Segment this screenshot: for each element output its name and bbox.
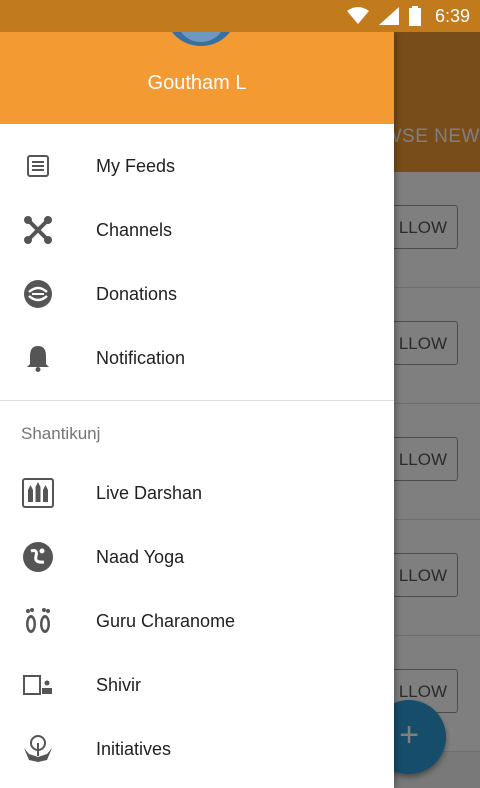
menu-item-guru-charanome[interactable]: Guru Charanome xyxy=(0,589,394,653)
menu-item-naad-yoga[interactable]: Naad Yoga xyxy=(0,525,394,589)
shantikunj-menu: Live Darshan Naad Yoga Guru Charanome Sh… xyxy=(0,459,394,781)
menu-item-channels[interactable]: Channels xyxy=(0,198,394,262)
menu-item-label: Live Darshan xyxy=(96,482,203,503)
status-icons: 6:39 xyxy=(346,0,470,32)
feed-icon xyxy=(22,150,54,182)
bell-icon xyxy=(22,342,54,374)
drawer-menu: My Feeds Channels Donations Notification xyxy=(0,124,394,390)
menu-item-notification[interactable]: Notification xyxy=(0,326,394,390)
menu-item-label: Guru Charanome xyxy=(96,610,236,631)
initiatives-icon xyxy=(22,733,54,765)
menu-item-my-feeds[interactable]: My Feeds xyxy=(0,134,394,198)
shivir-icon xyxy=(22,669,54,701)
menu-item-label: Naad Yoga xyxy=(96,546,185,567)
menu-item-label: Donations xyxy=(96,283,178,304)
menu-item-live-darshan[interactable]: Live Darshan xyxy=(0,461,394,525)
menu-item-label: Shivir xyxy=(96,674,142,695)
menu-item-label: Initiatives xyxy=(96,738,172,759)
drawer-header: Goutham L xyxy=(0,32,394,124)
donations-icon xyxy=(22,278,54,310)
wifi-icon xyxy=(346,7,369,24)
channels-icon xyxy=(22,214,54,246)
avatar[interactable] xyxy=(166,32,236,46)
signal-icon xyxy=(378,7,399,25)
user-name: Goutham L xyxy=(147,72,247,94)
menu-item-label: My Feeds xyxy=(96,155,176,176)
status-bar: 6:39 xyxy=(0,0,480,32)
section-title: Shantikunj xyxy=(21,424,101,443)
menu-item-label: Notification xyxy=(96,347,186,368)
menu-item-donations[interactable]: Donations xyxy=(0,262,394,326)
live-darshan-icon xyxy=(22,477,54,509)
clock: 6:39 xyxy=(434,5,470,26)
navigation-drawer: Goutham L My Feeds Channels Donations No… xyxy=(0,32,394,788)
footprints-icon xyxy=(22,605,54,637)
naad-yoga-icon xyxy=(22,541,54,573)
menu-item-initiatives[interactable]: Initiatives xyxy=(0,717,394,781)
menu-item-shivir[interactable]: Shivir xyxy=(0,653,394,717)
menu-item-label: Channels xyxy=(96,219,173,240)
battery-icon xyxy=(408,6,421,26)
